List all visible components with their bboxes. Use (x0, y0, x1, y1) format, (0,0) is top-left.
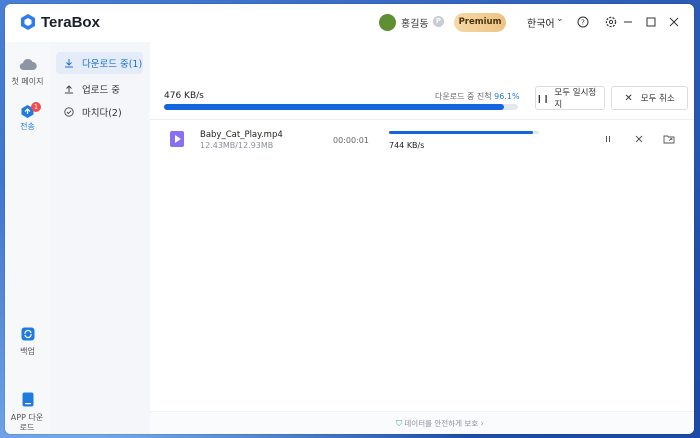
footer-text: 데이터를 안전하게 보호 (404, 419, 479, 428)
overall-progress: 다운로드 중 진척 96.1% (435, 91, 520, 102)
tab-label: 마치다(2) (82, 108, 122, 119)
maximize-icon[interactable] (642, 13, 660, 31)
help-icon[interactable]: ? (574, 13, 592, 31)
pause-icon[interactable] (601, 132, 615, 146)
tab-label: 다운로드 중(1) (82, 59, 143, 70)
progress-percent: 96.1% (494, 92, 520, 101)
avatar[interactable] (379, 14, 396, 31)
language-selector[interactable]: 한국어 (527, 15, 555, 30)
tab-finished[interactable]: 마치다(2) (56, 101, 143, 123)
minimize-icon[interactable] (619, 13, 637, 31)
pause-all-button[interactable]: ❙❙ 모두 일시정지 (535, 86, 605, 110)
download-icon (62, 58, 76, 68)
app-title: TeraBox (41, 13, 100, 31)
table-row[interactable]: Baby_Cat_Play.mp4 12.43MB/12.93MB 00:00:… (150, 122, 694, 160)
security-note[interactable]: ⛉ 데이터를 안전하게 보호 › (396, 418, 484, 429)
file-name: Baby_Cat_Play.mp4 (200, 130, 283, 140)
file-size: 12.43MB/12.93MB (200, 141, 274, 150)
sidebar: 첫 페이지 1 전송 백업 APP 다운로드 (5, 42, 51, 434)
sidebar-item-backup[interactable]: 백업 (5, 326, 50, 357)
close-icon[interactable] (665, 13, 683, 31)
tab-label: 업로드 중 (82, 85, 120, 96)
p-badge-icon: P (433, 16, 444, 27)
sidebar-item-label: 첫 페이지 (11, 77, 44, 86)
shield-icon: ⛉ (396, 419, 402, 428)
total-speed: 476 KB/s (164, 91, 204, 101)
sidebar-item-transfer[interactable]: 1 전송 (5, 102, 50, 132)
username[interactable]: 홍길동 (401, 15, 429, 30)
chevron-down-icon[interactable]: ⌄ (556, 14, 564, 24)
chevron-right-icon: › (480, 419, 484, 428)
overall-progress-bar (164, 104, 518, 110)
video-file-icon (170, 131, 184, 147)
time-remaining: 00:00:01 (333, 136, 369, 145)
pause-all-label: 모두 일시정지 (554, 88, 597, 110)
cancel-all-label: 모두 취소 (640, 94, 675, 104)
footer: ⛉ 데이터를 안전하게 보호 › (150, 411, 694, 434)
transfer-subnav: 다운로드 중(1) 업로드 중 마치다(2) (50, 42, 150, 434)
title-bar: TeraBox 홍길동 P Premium 한국어 ⌄ ? (5, 4, 694, 42)
open-folder-icon[interactable] (662, 132, 676, 146)
file-progress-fill (389, 131, 534, 134)
terabox-window: TeraBox 홍길동 P Premium 한국어 ⌄ ? 첫 페이지 1 전송… (5, 4, 694, 434)
overall-progress-fill (164, 104, 505, 110)
cloud-icon (19, 58, 37, 71)
backup-icon (21, 327, 34, 341)
cancel-icon[interactable] (632, 132, 646, 146)
pause-icon: ❙❙ (536, 93, 550, 103)
app-logo: TeraBox (19, 13, 100, 31)
terabox-logo-icon (21, 14, 35, 30)
cancel-all-button[interactable]: ✕ 모두 취소 (611, 86, 688, 110)
sidebar-item-label: 전송 (20, 122, 35, 131)
sidebar-item-app-download[interactable]: APP 다운로드 (5, 392, 50, 433)
file-speed: 744 KB/s (389, 141, 425, 150)
tab-uploading[interactable]: 업로드 중 (56, 78, 143, 100)
settings-gear-icon[interactable] (602, 13, 620, 31)
phone-icon (22, 392, 33, 407)
tab-downloading[interactable]: 다운로드 중(1) (56, 52, 143, 74)
file-progress-bar (389, 131, 539, 134)
svg-text:?: ? (581, 19, 585, 27)
progress-label: 다운로드 중 진척 (435, 92, 492, 101)
download-panel: 476 KB/s 다운로드 중 진척 96.1% ❙❙ 모두 일시정지 ✕ 모두… (150, 42, 694, 434)
sidebar-item-home[interactable]: 첫 페이지 (5, 56, 50, 87)
sidebar-item-label: APP 다운로드 (10, 413, 44, 432)
check-circle-icon (62, 107, 76, 117)
sidebar-item-label: 백업 (20, 347, 35, 356)
close-icon: ✕ (624, 92, 633, 104)
notification-badge: 1 (31, 102, 41, 112)
premium-button[interactable]: Premium (454, 13, 506, 32)
upload-icon (62, 84, 76, 94)
divider (150, 119, 694, 120)
